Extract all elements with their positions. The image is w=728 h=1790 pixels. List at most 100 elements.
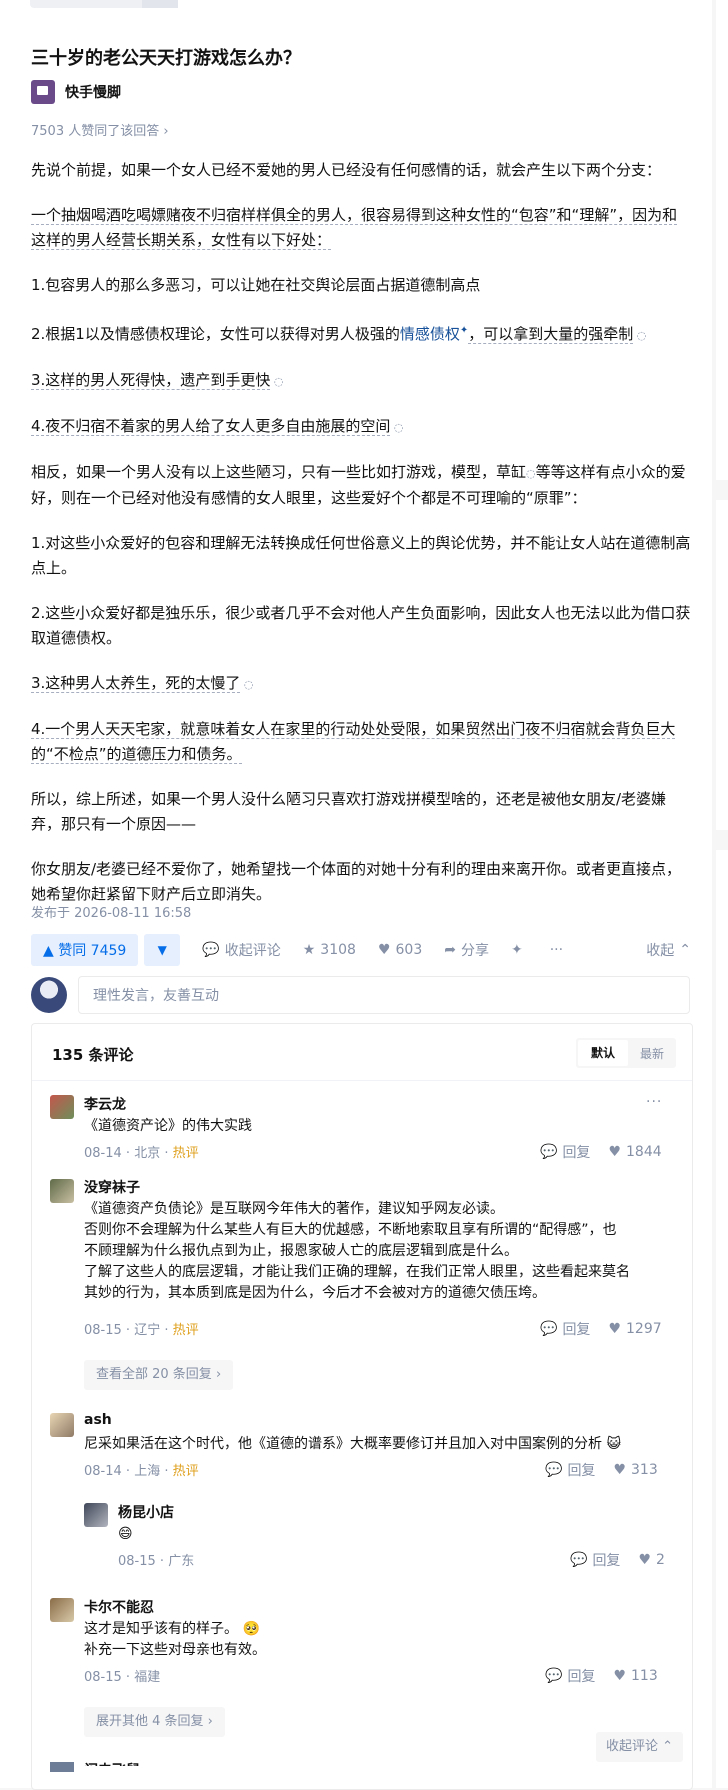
comment-location: 广东 (168, 1554, 195, 1569)
upvote-button[interactable]: ▲ 赞同 7459 (31, 934, 139, 966)
comment-actions: 💬 回复 ♥ 313 (527, 1460, 658, 1480)
reply-button[interactable]: 💬 回复 (545, 1460, 595, 1480)
sparkle-icon: ✦ (510, 942, 523, 958)
view-all-replies-button[interactable]: 查看全部 20 条回复 › (84, 1360, 234, 1390)
share-button[interactable]: ➦ 分享 (444, 940, 489, 960)
comment-mark-icon[interactable]: ◌ (390, 421, 404, 434)
author-info[interactable]: 快手慢脚 (31, 80, 121, 104)
hot-badge: 热评 (172, 1323, 199, 1338)
like-count: 603 (395, 942, 423, 958)
like-button[interactable]: ♥ 1297 (608, 1321, 661, 1337)
smile-emoji-icon: 😺 (606, 1436, 622, 1452)
top-tab-stub-2 (142, 0, 178, 8)
favorite-count: 3108 (320, 942, 356, 958)
para-4a: 2.根据1以及情感债权理论，女性可以获得对男人极强的 (31, 325, 400, 343)
reply-button[interactable]: 💬 回复 (540, 1319, 590, 1339)
author-avatar[interactable] (31, 80, 55, 104)
like-count: 2 (656, 1552, 665, 1568)
like-button[interactable]: ♥ 603 (378, 942, 422, 958)
comment-mark-icon[interactable]: ◌ (633, 329, 647, 342)
like-count: 1844 (626, 1144, 662, 1160)
heart-icon: ♥ (613, 1668, 626, 1684)
avatar[interactable] (50, 1413, 74, 1437)
comment-meta: 08-14 · 上海 · 热评 (84, 1464, 199, 1479)
comment-toggle-button[interactable]: 💬 收起评论 (202, 940, 280, 960)
comment-mark-icon[interactable]: ◌ (270, 375, 284, 388)
collapse-button[interactable]: 收起 ⌃ (646, 940, 691, 960)
more-button[interactable]: ··· (550, 942, 563, 958)
sort-newest-tab[interactable]: 最新 (628, 1045, 676, 1062)
reply-icon: 💬 (570, 1552, 588, 1568)
ai-sparkle-button[interactable]: ✦ (511, 942, 528, 958)
reply-label: 回复 (592, 1553, 621, 1569)
author-name[interactable]: 快手慢脚 (65, 82, 121, 102)
comment-line: 其妙的行为，其本质到底是因为什么，今后才不会被对方的道德欠债压垮。 (84, 1285, 546, 1301)
avatar[interactable] (50, 1762, 74, 1772)
para-4: 2.根据1以及情感债权理论，女性可以获得对男人极强的情感债权✦，可以拿到大量的强… (31, 318, 691, 348)
para-8: 1.对这些小众爱好的包容和理解无法转换成任何世俗意义上的舆论优势，并不能让女人站… (31, 534, 691, 577)
comment-date: 08-14 (84, 1146, 122, 1161)
comment-icon: 💬 (202, 942, 220, 958)
comment-mark-icon[interactable]: ◌ (240, 678, 254, 691)
sort-switch: 默认 最新 (576, 1038, 676, 1068)
para-13: 你女朋友/老婆已经不爱你了，她希望找一个体面的对她十分有利的理由来离开你。或者更… (31, 860, 682, 903)
reply-button[interactable]: 💬 回复 (570, 1550, 620, 1570)
comment-mark-icon[interactable]: ◌ (526, 467, 536, 480)
expand-replies-button[interactable]: 展开其他 4 条回复 › (84, 1707, 225, 1737)
like-button[interactable]: ♥ 313 (613, 1462, 657, 1478)
share-label: 分享 (460, 943, 489, 959)
hot-badge: 热评 (172, 1464, 199, 1479)
avatar[interactable] (50, 1598, 74, 1622)
sidebar-card (716, 500, 728, 830)
avatar[interactable] (50, 1179, 74, 1203)
para-7: 相反，如果一个男人没有以上这些陋习，只有一些比如打游戏，模型，草缸◌等等这样有点… (31, 460, 691, 511)
collapse-label: 收起 (646, 943, 675, 959)
reply-button[interactable]: 💬 回复 (545, 1666, 595, 1686)
like-button[interactable]: ♥ 1844 (608, 1144, 661, 1160)
comment-date: 08-15 (84, 1323, 122, 1338)
like-count: 1297 (626, 1321, 662, 1337)
heart-icon: ♥ (608, 1321, 621, 1337)
downvote-button[interactable]: ▼ (144, 934, 181, 966)
comment-text: 这才是知乎该有的样子。 🥺 补充一下这些对母亲也有效。 (84, 1619, 266, 1661)
chevron-up-icon: ⌃ (679, 942, 691, 958)
reply-text: 😄 (118, 1526, 133, 1542)
favorite-button[interactable]: ★ 3108 (303, 942, 356, 958)
like-button[interactable]: ♥ 2 (638, 1552, 664, 1568)
comment-toggle-label: 收起评论 (224, 943, 281, 959)
likes-meta[interactable]: 7503 人赞同了该回答 › (31, 120, 169, 139)
comment-line-text: 这才是知乎该有的样子。 (84, 1621, 238, 1637)
para-10: 3.这种男人太养生，死的太慢了 ◌ (31, 671, 691, 697)
para-5: 3.这样的男人死得快，遗产到手更快 ◌ (31, 368, 691, 394)
para-12: 所以，综上所述，如果一个男人没什么陋习只喜欢打游戏拼模型啥的，还老是被他女朋友/… (31, 790, 667, 833)
publish-time[interactable]: 发布于 2026-08-11 16:58 (31, 902, 191, 921)
more-dots-icon: ··· (549, 942, 564, 958)
comment-meta: 08-14 · 北京 · 热评 (84, 1146, 199, 1161)
avatar[interactable] (50, 1095, 74, 1119)
sort-default-tab[interactable]: 默认 (578, 1040, 628, 1066)
comment-author[interactable]: 卡尔不能忍 (84, 1597, 154, 1617)
comment-input[interactable]: 理性发言，友善互动 (78, 976, 690, 1014)
comment-location: 北京 (134, 1146, 161, 1161)
comment-author[interactable]: 没穿袜子 (84, 1177, 140, 1197)
comment-author[interactable]: 李云龙 (84, 1094, 126, 1114)
heart-icon: ♥ (377, 942, 391, 958)
comment-actions: 💬 回复 ♥ 2 (552, 1550, 665, 1570)
keyword-link[interactable]: 情感债权 (400, 325, 460, 343)
emoji-icon: 🥺 (242, 1621, 260, 1637)
user-avatar[interactable] (31, 977, 67, 1013)
like-count: 113 (631, 1668, 658, 1684)
comment-author[interactable]: ash (84, 1412, 112, 1428)
more-dots-icon[interactable]: ··· (646, 1094, 662, 1110)
like-button[interactable]: ♥ 113 (613, 1668, 657, 1684)
avatar[interactable] (84, 1503, 108, 1527)
para-6: 4.夜不归宿不着家的男人给了女人更多自由施展的空间 ◌ (31, 414, 691, 440)
reply-button[interactable]: 💬 回复 (540, 1142, 590, 1162)
question-title[interactable]: 三十岁的老公天天打游戏怎么办？ (31, 44, 301, 70)
collapse-comments-button[interactable]: 收起评论 ⌃ (596, 1732, 684, 1762)
comment-author[interactable]: 闪电飞鼠 (84, 1760, 140, 1766)
comment-line: 补充一下这些对母亲也有效。 (84, 1642, 266, 1658)
comment-location: 辽宁 (134, 1323, 161, 1338)
reply-author[interactable]: 杨昆小店 (118, 1502, 174, 1522)
sidebar-card (716, 850, 728, 1788)
